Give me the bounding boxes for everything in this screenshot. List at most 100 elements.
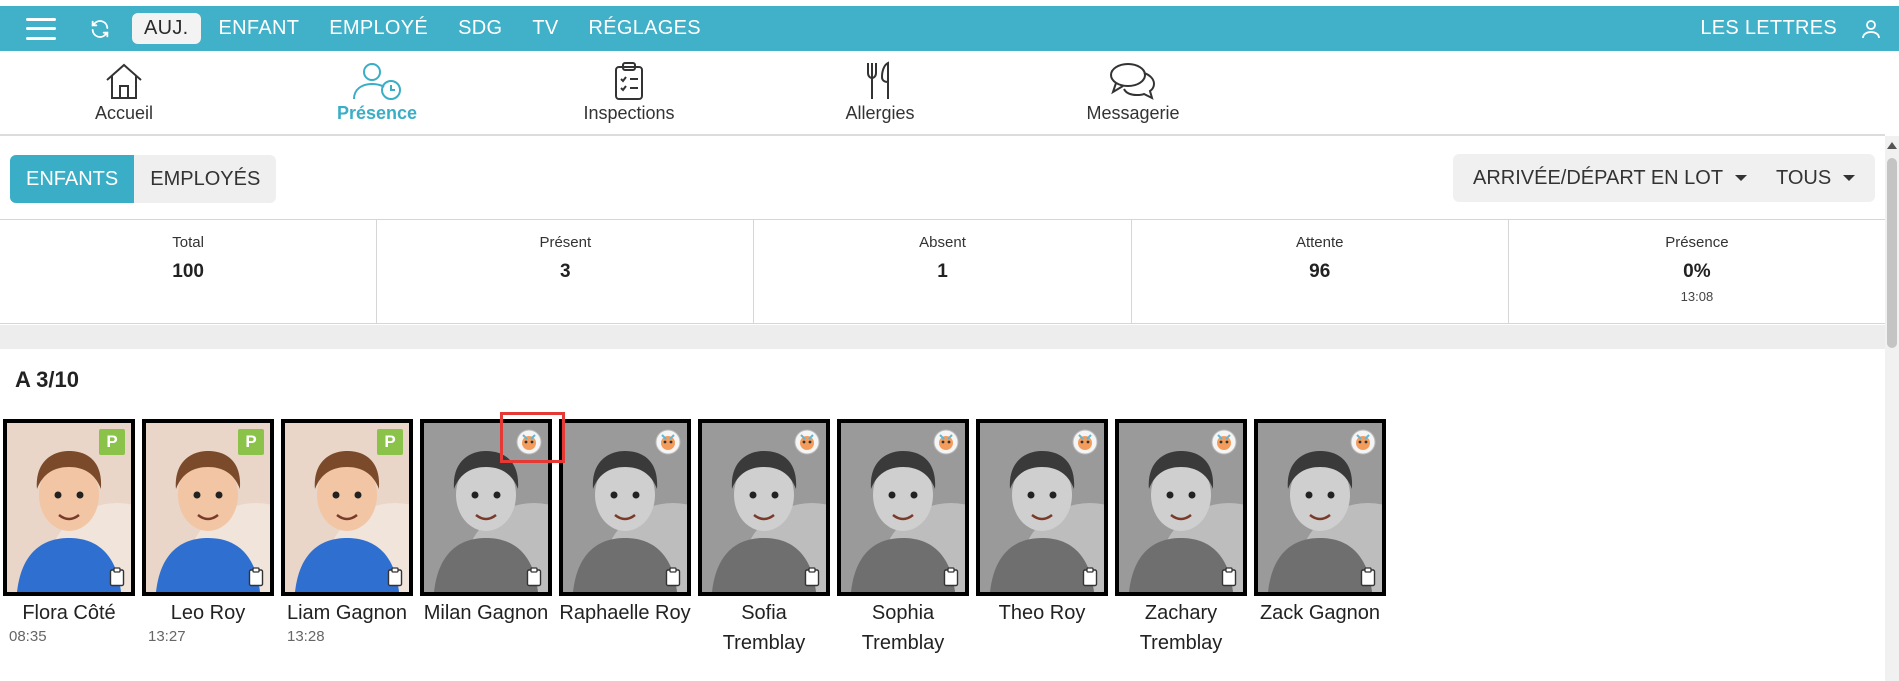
child-name: Flora Côté — [22, 602, 116, 624]
stat-updated-time: 13:08 — [1680, 289, 1714, 304]
module-allergies[interactable]: Allergies — [790, 61, 970, 124]
stat-total: Total 100 — [0, 220, 378, 323]
roster-toggle: ENFANTS EMPLOYÉS — [10, 155, 277, 203]
attendance-stats: Total 100 Présent 3 Absent 1 Attente 96 … — [0, 219, 1885, 324]
module-label: Allergies — [845, 103, 915, 123]
refresh-icon[interactable] — [88, 17, 112, 41]
daycare-name-link[interactable]: LES LETTRES — [1700, 17, 1837, 40]
child-photo[interactable] — [1115, 419, 1247, 596]
filter-dropdown[interactable]: TOUS — [1756, 154, 1876, 202]
stat-value: 96 — [1309, 261, 1331, 282]
waiting-status-icon[interactable] — [1072, 429, 1098, 455]
present-badge: P — [99, 429, 125, 455]
stat-absent: Absent 1 — [754, 220, 1132, 323]
child-card[interactable]: Sofia Tremblay — [698, 419, 830, 658]
child-card[interactable]: P Flora Côté 08:35 — [3, 419, 135, 658]
stat-value: 1 — [937, 261, 948, 282]
module-messagerie[interactable]: Messagerie — [1043, 61, 1223, 124]
child-photo[interactable]: P — [281, 419, 413, 596]
home-icon — [106, 63, 142, 99]
child-card[interactable]: P Liam Gagnon 13:28 — [281, 419, 413, 658]
child-photo[interactable]: P — [3, 419, 135, 596]
stat-label: Présence — [1665, 234, 1729, 251]
checkin-time: 08:35 — [9, 628, 47, 645]
section-divider — [0, 325, 1885, 349]
stat-label: Présent — [539, 234, 592, 251]
checkin-time: 13:28 — [287, 628, 325, 645]
clipboard-icon[interactable] — [804, 567, 820, 587]
stat-label: Absent — [919, 234, 966, 251]
child-photo[interactable] — [976, 419, 1108, 596]
nav-employee[interactable]: EMPLOYÉ — [317, 13, 440, 44]
stat-value: 3 — [560, 261, 571, 282]
child-photo[interactable] — [559, 419, 691, 596]
child-card[interactable]: P Leo Roy 13:27 — [142, 419, 274, 658]
waiting-status-icon[interactable] — [1211, 429, 1237, 455]
clipboard-icon[interactable] — [1082, 567, 1098, 587]
clipboard-icon[interactable] — [387, 567, 403, 587]
present-badge: P — [238, 429, 264, 455]
clipboard-icon[interactable] — [1221, 567, 1237, 587]
caret-down-icon — [1843, 175, 1856, 181]
tab-employees[interactable]: EMPLOYÉS — [134, 155, 276, 203]
filter-label: TOUS — [1776, 166, 1832, 189]
waiting-status-icon[interactable] — [794, 429, 820, 455]
clipboard-icon[interactable] — [526, 567, 542, 587]
module-accueil[interactable]: Accueil — [34, 61, 214, 124]
clipboard-icon[interactable] — [1360, 567, 1376, 587]
scroll-up-arrow-icon[interactable] — [1887, 142, 1897, 149]
clipboard-icon[interactable] — [943, 567, 959, 587]
batch-checkin-dropdown[interactable]: ARRIVÉE/DÉPART EN LOT — [1453, 154, 1768, 202]
present-badge: P — [377, 429, 403, 455]
nav-settings[interactable]: RÉGLAGES — [576, 13, 712, 44]
module-label: Présence — [336, 103, 418, 123]
child-name: Liam Gagnon — [286, 602, 408, 624]
child-card[interactable]: Sophia Tremblay — [837, 419, 969, 658]
scroll-thumb[interactable] — [1887, 158, 1897, 348]
attendance-icon — [353, 63, 401, 100]
nav-child[interactable]: ENFANT — [207, 13, 312, 44]
child-card[interactable]: Theo Roy — [976, 419, 1108, 658]
children-grid: P Flora Côté 08:35 P Leo Roy 13:27 P Liam Gagno… — [3, 419, 1393, 658]
tab-children[interactable]: ENFANTS — [10, 155, 135, 203]
highlight-box — [500, 412, 565, 463]
nav-tv[interactable]: TV — [520, 13, 570, 44]
waiting-status-icon[interactable] — [655, 429, 681, 455]
clipboard-icon[interactable] — [248, 567, 264, 587]
module-presence[interactable]: Présence — [287, 61, 467, 124]
child-card[interactable]: Raphaelle Roy — [559, 419, 691, 658]
nav-sdg[interactable]: SDG — [446, 13, 514, 44]
stat-value: 100 — [172, 261, 204, 282]
child-photo[interactable] — [837, 419, 969, 596]
child-photo[interactable] — [698, 419, 830, 596]
top-nav: AUJ. ENFANT EMPLOYÉ SDG TV RÉGLAGES — [132, 13, 719, 44]
utensils-icon — [867, 61, 889, 99]
group-title: A 3/10 — [15, 367, 80, 392]
child-name: Sophia Tremblay — [861, 602, 945, 654]
module-inspections[interactable]: Inspections — [539, 61, 719, 124]
hamburger-menu-icon[interactable] — [26, 17, 56, 40]
user-icon[interactable] — [1859, 17, 1883, 41]
waiting-status-icon[interactable] — [1350, 429, 1376, 455]
child-name: Leo Roy — [170, 602, 246, 624]
clipboard-icon[interactable] — [109, 567, 125, 587]
module-label: Accueil — [94, 103, 154, 123]
child-name: Raphaelle Roy — [559, 602, 691, 624]
waiting-status-icon[interactable] — [933, 429, 959, 455]
stat-label: Attente — [1295, 234, 1344, 251]
child-card[interactable]: Zachary Tremblay — [1115, 419, 1247, 658]
clipboard-icon — [615, 62, 643, 100]
stat-attendance-rate: Présence 0% 13:08 — [1509, 220, 1885, 323]
child-photo[interactable] — [1254, 419, 1386, 596]
page-scrollbar[interactable] — [1885, 136, 1899, 681]
child-card[interactable]: Zack Gagnon — [1254, 419, 1386, 658]
stat-label: Total — [172, 234, 204, 251]
stat-value: 0% — [1683, 261, 1711, 282]
module-label: Messagerie — [1086, 103, 1180, 123]
chat-icon — [1110, 63, 1156, 100]
caret-down-icon — [1735, 175, 1748, 181]
child-photo[interactable]: P — [142, 419, 274, 596]
child-name: Theo Roy — [998, 602, 1086, 624]
clipboard-icon[interactable] — [665, 567, 681, 587]
nav-today[interactable]: AUJ. — [132, 13, 201, 44]
